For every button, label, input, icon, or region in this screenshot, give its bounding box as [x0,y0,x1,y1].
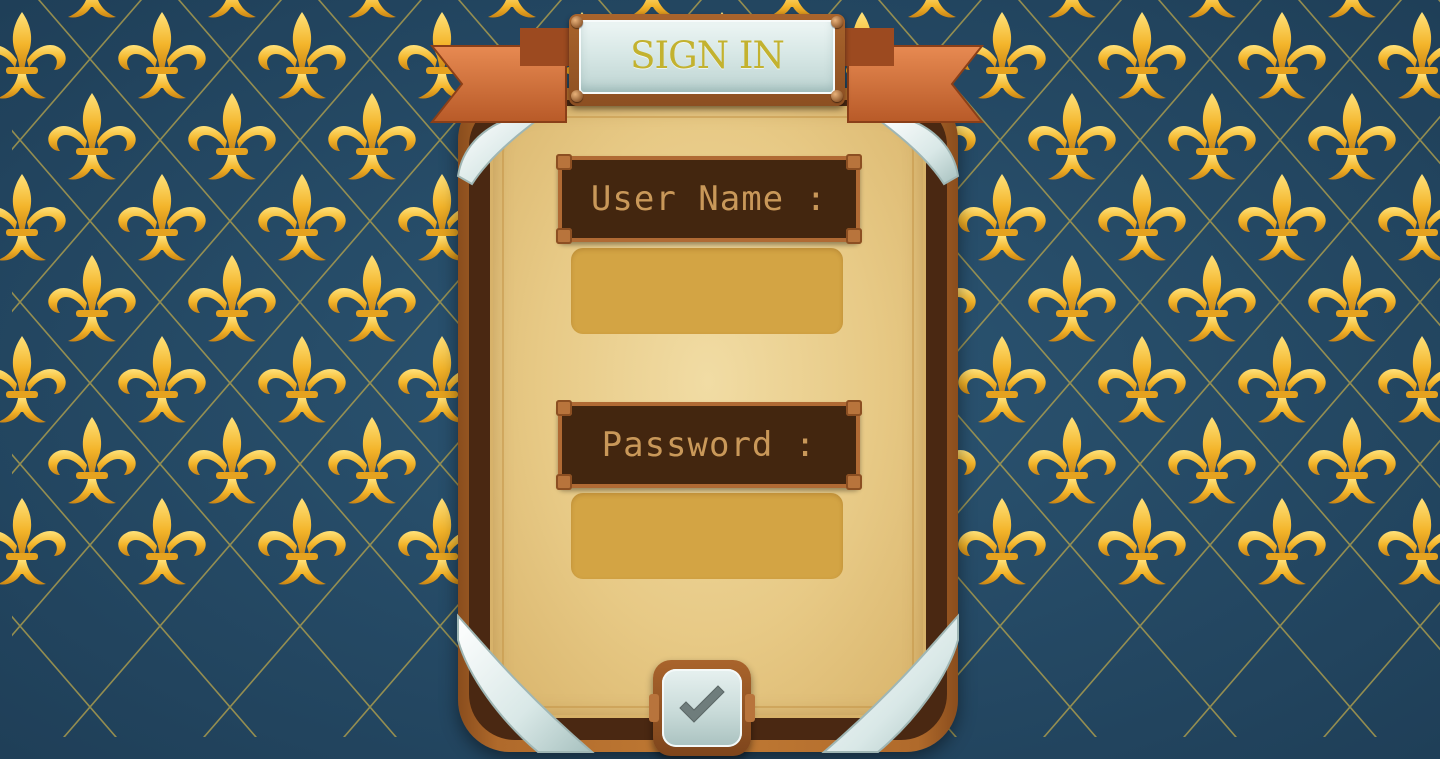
password-input[interactable] [571,493,843,579]
page-title: SIGN IN [630,34,785,77]
checkmark-icon [679,685,725,723]
username-label-board: User Name : [556,154,862,244]
bolt-icon [831,90,843,102]
bolt-icon [831,16,843,28]
password-label-board: Password : [556,400,862,490]
bolt-icon [571,16,583,28]
username-label: User Name : [590,179,828,219]
sign-in-panel: SIGN IN User Name : Password : [0,0,1440,759]
confirm-button[interactable] [649,660,755,756]
bolt-icon [571,90,583,102]
password-label: Password : [601,425,817,465]
username-input[interactable] [571,248,843,334]
